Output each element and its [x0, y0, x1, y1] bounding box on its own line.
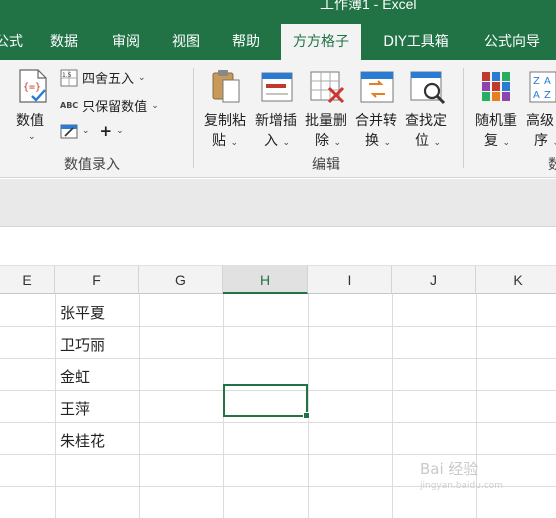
value-button[interactable]: {=} 数值 ⌄ — [10, 68, 54, 148]
chevron-down-icon: ⌄ — [28, 132, 36, 142]
round-label: 四舍五入 — [82, 72, 135, 87]
merge-convert-button[interactable]: 合并转 换 ⌄ — [353, 68, 403, 150]
find-label-bottom: 位 ⌄ — [415, 133, 441, 149]
col-header-g[interactable]: G — [139, 266, 223, 294]
value-icon: {=} — [19, 69, 47, 103]
tab-view[interactable]: 视图 — [160, 24, 212, 60]
merge-label-top: 合并转 — [355, 113, 397, 129]
cell-f-1[interactable]: 张平夏 — [60, 302, 105, 323]
chevron-down-icon: ⌄ — [138, 72, 146, 83]
grid-line — [0, 422, 556, 423]
col-header-k[interactable]: K — [476, 266, 556, 294]
batch-delete-button[interactable]: 批量删 除 ⌄ — [303, 68, 353, 150]
ribbon: {=} 数值 ⌄ 1.5 四舍五入 ⌄ ABC 只保留数值 ⌄ ⌄ + ⌄ 数值… — [0, 60, 556, 178]
copy-paste-icon — [212, 70, 240, 103]
svg-text:{=}: {=} — [23, 82, 41, 93]
group-label-edit: 编辑 — [312, 157, 340, 173]
tab-formulas[interactable]: 公式 — [0, 24, 24, 60]
chevron-down-icon: ⌄ — [82, 126, 90, 136]
edit-format-button[interactable]: ⌄ + ⌄ — [60, 122, 124, 140]
window-title: 工作簿1 - Excel — [320, 0, 417, 12]
insert-label-top: 新增插 — [255, 113, 297, 129]
random-label-bottom: 复 ⌄ — [484, 133, 510, 149]
col-header-f[interactable]: F — [55, 266, 139, 294]
sort-label-bottom: 序 ⌄ — [534, 133, 556, 149]
grid-line — [139, 294, 140, 518]
tab-review[interactable]: 审阅 — [100, 24, 152, 60]
abc-icon: ABC — [60, 101, 79, 110]
add-insert-button[interactable]: 新增插 入 ⌄ — [252, 68, 302, 150]
tab-formula-wizard[interactable]: 公式向导 — [472, 24, 552, 60]
col-header-j[interactable]: J — [392, 266, 476, 294]
col-header-i[interactable]: I — [308, 266, 392, 294]
selected-cell-h[interactable] — [223, 384, 310, 419]
col-header-h[interactable]: H — [223, 266, 308, 294]
copy-paste-label-bottom: 贴 ⌄ — [212, 133, 238, 149]
grid-line — [0, 358, 556, 359]
name-box-row — [0, 227, 556, 266]
chevron-down-icon: ⌄ — [151, 100, 159, 111]
batch-delete-label-top: 批量删 — [305, 113, 347, 129]
cell-f-4[interactable]: 王萍 — [60, 398, 90, 419]
excel-window: 工作簿1 - Excel 公式 数据 审阅 视图 帮助 方方格子 DIY工具箱 … — [0, 0, 556, 518]
svg-text:1.5: 1.5 — [62, 72, 72, 79]
cell-f-2[interactable]: 卫巧丽 — [60, 334, 105, 355]
group-label-value-input: 数值录入 — [64, 157, 120, 173]
grid-line — [392, 294, 393, 518]
batch-delete-icon — [310, 71, 345, 104]
formula-bar-area — [0, 179, 556, 227]
grid-line — [0, 326, 556, 327]
cell-f-5[interactable]: 朱桂花 — [60, 430, 105, 451]
edit-cell-icon — [60, 124, 78, 139]
tab-fangfanggezi[interactable]: 方方格子 — [281, 24, 361, 60]
sort-label-top: 高级 — [526, 113, 554, 129]
group-label-data: 数 — [548, 157, 556, 173]
find-locate-icon — [410, 71, 446, 105]
svg-text:A: A — [544, 76, 551, 87]
keep-values-button[interactable]: ABC 只保留数值 ⌄ — [60, 96, 159, 115]
col-header-e[interactable]: E — [0, 266, 55, 294]
svg-text:Z: Z — [544, 90, 551, 101]
watermark-sub: jingyan.baidu.com — [420, 481, 504, 491]
insert-icon — [261, 72, 293, 102]
group-divider — [193, 68, 194, 168]
merge-convert-icon — [360, 71, 394, 103]
grid-line — [55, 294, 56, 518]
copy-paste-button[interactable]: 复制粘 贴 ⌄ — [202, 68, 250, 150]
title-bar: 工作簿1 - Excel — [0, 0, 556, 24]
tab-data[interactable]: 数据 — [38, 24, 90, 60]
ribbon-tabs: 公式 数据 审阅 视图 帮助 方方格子 DIY工具箱 公式向导 — [0, 24, 556, 60]
group-divider — [463, 68, 464, 168]
insert-label-bottom: 入 ⌄ — [264, 133, 290, 149]
chevron-down-icon: ⌄ — [116, 126, 124, 136]
value-label: 数值 — [16, 113, 44, 129]
tab-diy-toolbox[interactable]: DIY工具箱 — [375, 24, 457, 60]
merge-label-bottom: 换 ⌄ — [365, 133, 391, 149]
round-icon: 1.5 — [60, 69, 78, 86]
grid-line — [0, 454, 556, 455]
svg-text:Z: Z — [533, 76, 540, 87]
tab-help[interactable]: 帮助 — [220, 24, 272, 60]
plus-icon[interactable]: + — [100, 122, 113, 140]
find-locate-button[interactable]: 查找定 位 ⌄ — [403, 68, 453, 150]
sort-az-icon: Z A A Z — [529, 71, 556, 103]
grid-line — [308, 294, 309, 518]
copy-paste-label-top: 复制粘 — [204, 113, 246, 129]
find-label-top: 查找定 — [405, 113, 447, 129]
advanced-sort-button[interactable]: Z A A Z 高级 序 ⌄ — [524, 68, 556, 150]
random-label-top: 随机重 — [475, 113, 517, 129]
keep-values-label: 只保留数值 — [82, 100, 148, 115]
svg-text:A: A — [533, 90, 540, 101]
watermark-main: Bai 经验 — [420, 460, 479, 478]
watermark: Bai 经验 jingyan.baidu.com — [420, 458, 503, 491]
batch-delete-label-bottom: 除 ⌄ — [315, 133, 341, 149]
random-repeat-icon — [482, 72, 510, 101]
cell-f-3[interactable]: 金虹 — [60, 366, 90, 387]
random-repeat-button[interactable]: 随机重 复 ⌄ — [472, 68, 522, 150]
round-button[interactable]: 1.5 四舍五入 ⌄ — [60, 68, 146, 87]
